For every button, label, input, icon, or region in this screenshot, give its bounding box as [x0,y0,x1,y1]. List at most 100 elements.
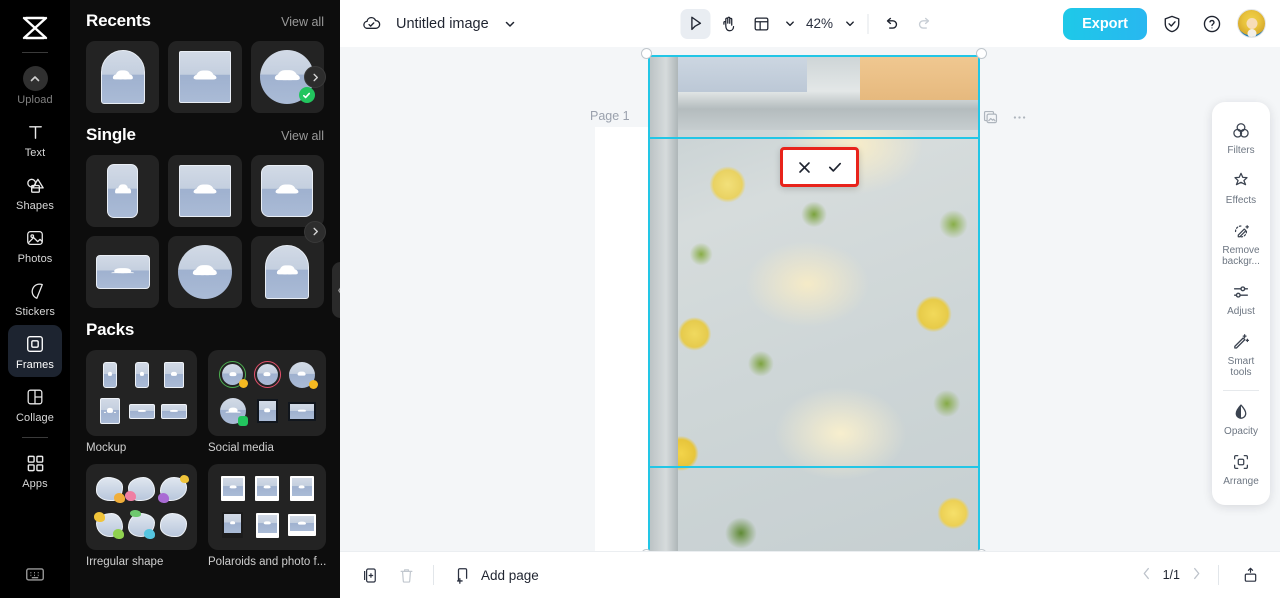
sidebar-item-photos[interactable]: Photos [8,219,62,271]
smart-tools-line-2: tools [1230,367,1252,378]
section-header-single: Single View all [86,113,324,155]
crop-cancel-button[interactable] [790,154,818,180]
recents-next-arrow[interactable] [304,66,326,88]
view-all-single[interactable]: View all [281,129,324,143]
zoom-chevron-down-icon[interactable] [840,9,860,39]
pack-card-social-media[interactable]: Social media [208,350,327,454]
section-title: Packs [86,320,135,339]
remove-bg-line-2: backgr... [1222,256,1260,267]
canvas-viewport[interactable]: Page 1 Filters Effects Remove backgr... … [340,47,1280,551]
duplicate-page-icon[interactable] [356,561,384,589]
image-tools-dock: Filters Effects Remove backgr... Adjust … [1212,102,1270,505]
arrange-frame-icon [1230,451,1252,473]
page-navigator: 1/1 [1142,561,1264,589]
frame-thumb-portrait[interactable] [86,155,160,227]
document-title[interactable]: Untitled image [396,16,489,32]
frame-thumb-arch[interactable] [86,41,160,113]
zoom-level-value[interactable]: 42% [803,16,837,31]
sidebar-item-shapes[interactable]: Shapes [8,166,62,218]
packs-grid: Mockup Social media Irregular shape Pola… [86,350,327,568]
user-avatar[interactable] [1237,9,1266,38]
pack-label: Polaroids and photo f... [208,556,327,568]
pack-label: Mockup [86,442,127,454]
hand-pan-icon[interactable] [714,9,744,39]
export-button[interactable]: Export [1063,7,1147,40]
pack-card-polaroids[interactable]: Polaroids and photo f... [208,464,327,568]
dock-item-label: Filters [1227,145,1255,156]
duplicate-layer-icon[interactable] [978,105,1002,129]
frame-thumb-arch-2[interactable] [250,236,324,308]
frame-thumb-rounded-square[interactable] [250,155,324,227]
cursor-select-icon[interactable] [680,8,711,39]
rail-divider [22,52,48,53]
undo-arrow-icon[interactable] [877,9,907,39]
dock-divider [1223,390,1259,391]
upload-chevron-icon [22,66,48,91]
question-circle-icon[interactable] [1197,9,1227,39]
dock-item-adjust[interactable]: Adjust [1214,273,1268,323]
bottom-toolbar: Add page 1/1 [340,551,1280,598]
sidebar-item-label: Shapes [16,200,54,212]
frame-thumb-square-2[interactable] [168,155,242,227]
single-next-arrow[interactable] [304,220,326,243]
sheet-pan-chicken-photo [648,55,980,551]
sidebar-item-label: Apps [22,478,48,490]
redo-arrow-icon [910,9,940,39]
frame-thumb-circle-2[interactable] [168,236,242,308]
cloud-saved-icon[interactable] [356,9,386,39]
top-toolbar: Untitled image 42% Export [340,0,1280,47]
photos-image-icon [23,226,47,250]
sidebar-item-collage[interactable]: Collage [8,378,62,430]
crop-handle-top-left[interactable] [641,48,652,59]
keyboard-shortcuts-icon[interactable] [23,562,47,586]
remove-bg-line-1: Remove [1222,245,1260,256]
more-horizontal-icon[interactable] [1007,105,1031,129]
panel-collapse-handle[interactable] [332,262,340,318]
dock-item-filters[interactable]: Filters [1214,112,1268,162]
sidebar-item-label: Collage [15,412,54,424]
sidebar-item-stickers[interactable]: Stickers [8,272,62,324]
sidebar-item-label: Stickers [15,306,55,318]
shield-check-icon[interactable] [1157,9,1187,39]
photo-cloth [667,55,808,93]
sidebar-item-text[interactable]: Text [8,113,62,165]
sidebar-item-frames[interactable]: Frames [8,325,62,377]
section-header-recents: Recents View all [86,0,324,41]
pack-label: Irregular shape [86,556,164,568]
left-nav-rail: Upload Text Shapes Photos Stickers Frame… [0,0,70,598]
image-artboard[interactable] [641,48,987,551]
dock-item-remove-background[interactable]: Remove backgr... [1214,212,1268,273]
shapes-icon [23,173,47,197]
collage-icon [23,385,47,409]
frame-thumb-square[interactable] [168,41,242,113]
prev-page-button[interactable] [1142,567,1151,583]
crop-handle-top-right[interactable] [976,48,987,59]
chevron-down-icon[interactable] [499,9,521,39]
add-page-icon [453,561,473,589]
dock-item-label: Smart tools [1228,356,1255,378]
crop-confirm-button[interactable] [821,154,849,180]
dock-item-arrange[interactable]: Arrange [1214,443,1268,493]
frame-thumb-landscape[interactable] [86,236,160,308]
effects-sparkle-icon [1230,170,1252,192]
dock-item-smart-tools[interactable]: Smart tools [1214,323,1268,384]
layout-grid-icon[interactable] [747,9,777,39]
view-all-recents[interactable]: View all [281,15,324,29]
dock-item-opacity[interactable]: Opacity [1214,393,1268,443]
smart-tools-line-1: Smart [1227,356,1255,367]
selected-check-badge [298,87,315,103]
app-logo[interactable] [13,10,57,46]
present-export-icon[interactable] [1236,561,1264,589]
sidebar-item-upload[interactable]: Upload [8,59,62,112]
pack-card-irregular-shape[interactable]: Irregular shape [86,464,197,568]
pack-card-mockup[interactable]: Mockup [86,350,197,454]
rail-bottom-area [0,562,70,586]
sidebar-item-label: Text [24,147,46,159]
dock-item-label: Opacity [1224,426,1258,437]
next-page-button[interactable] [1192,567,1201,583]
trash-delete-icon[interactable] [392,561,420,589]
sidebar-item-apps[interactable]: Apps [8,444,62,496]
add-page-button[interactable]: Add page [447,557,545,593]
layout-chevron-down-icon[interactable] [780,9,800,39]
dock-item-effects[interactable]: Effects [1214,162,1268,212]
